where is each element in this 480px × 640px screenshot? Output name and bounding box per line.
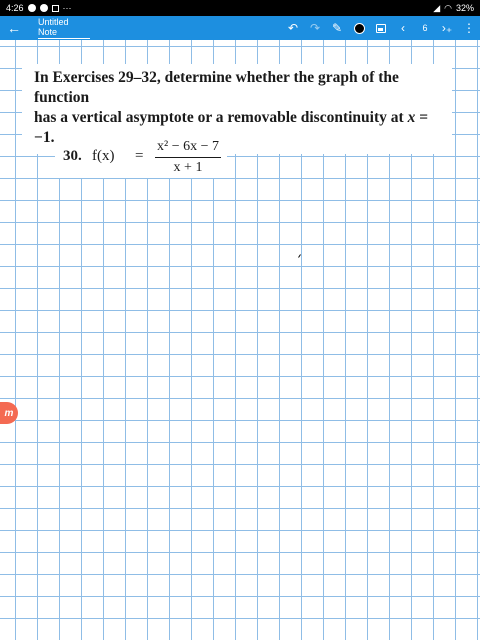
- undo-icon[interactable]: ↶: [282, 16, 304, 40]
- function-name: f(x): [92, 148, 115, 164]
- battery-level: 32%: [455, 3, 474, 13]
- redo-icon[interactable]: ↷: [304, 16, 326, 40]
- status-left: 4:26 ···: [6, 3, 72, 13]
- fraction-bar: [155, 157, 221, 158]
- image-icon: [376, 23, 386, 33]
- gallery-icon: [51, 4, 59, 12]
- instructions-line-1: In Exercises 29–32, determine whether th…: [34, 69, 399, 106]
- exercise-number: 30.: [63, 148, 82, 164]
- pen-stroke: [298, 254, 301, 258]
- page-number: 6: [422, 23, 428, 33]
- more-vert-icon[interactable]: ⋮: [458, 16, 480, 40]
- equals-sign: =: [135, 148, 144, 164]
- status-time: 4:26: [6, 3, 24, 13]
- image-insert-button[interactable]: [370, 16, 392, 40]
- fraction: x² − 6x − 7 x + 1: [153, 138, 223, 177]
- status-right: ◢ ◠ 32%: [433, 3, 474, 14]
- back-arrow-icon[interactable]: ←: [0, 20, 28, 36]
- next-page-add-icon[interactable]: ›₊: [436, 16, 458, 40]
- signal-icon: ◢: [433, 2, 441, 13]
- exercise-30: 30. f(x) = x² − 6x − 7 x + 1: [55, 138, 227, 178]
- instructions-prefix: has a vertical asymptote or a removable …: [34, 109, 408, 126]
- note-toolbar: ← Untitled Note ↶ ↷ ✎ ‹ 6 ›₊ ⋮: [0, 16, 480, 40]
- denominator: x + 1: [173, 160, 203, 175]
- color-swatch: [353, 22, 365, 34]
- numerator: x² − 6x − 7: [157, 139, 219, 154]
- color-swatch-button[interactable]: [348, 16, 370, 40]
- pen-icon[interactable]: ✎: [326, 16, 348, 40]
- notification-icon: [27, 4, 36, 12]
- prev-page-icon[interactable]: ‹: [392, 16, 414, 40]
- status-more: ···: [62, 3, 72, 13]
- status-bar: 4:26 ··· ◢ ◠ 32%: [0, 0, 480, 16]
- side-badge-letter: m: [4, 407, 14, 419]
- note-title[interactable]: Untitled Note: [38, 17, 90, 39]
- notification-icon: [39, 4, 48, 12]
- wifi-icon: ◠: [444, 2, 452, 13]
